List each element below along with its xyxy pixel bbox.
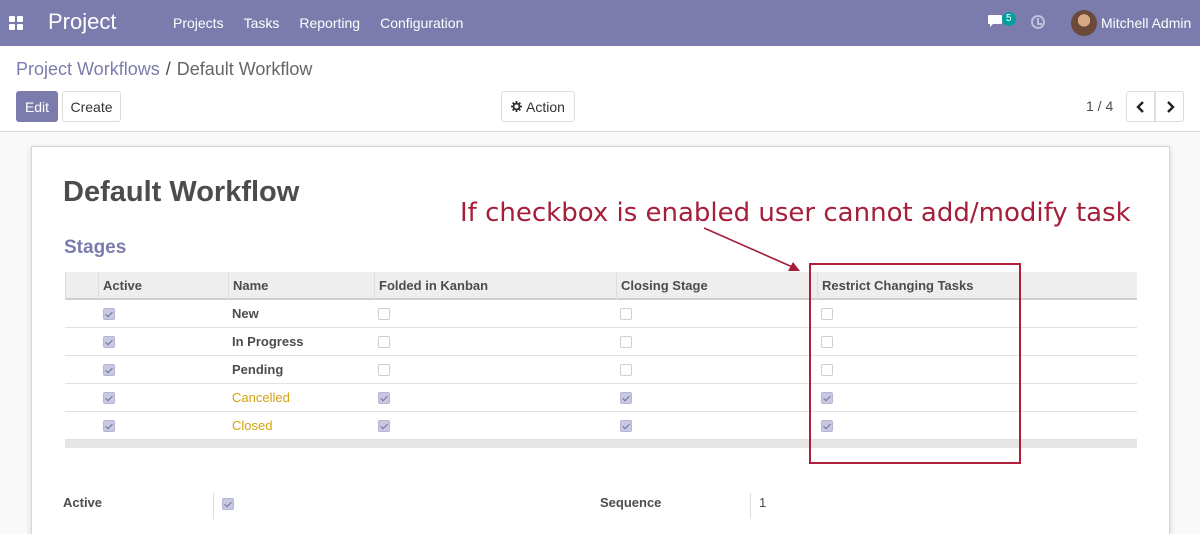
stages-heading: Stages [64, 237, 127, 258]
control-panel: Project Workflows / Default Workflow Edi… [0, 46, 1200, 132]
record-title: Default Workflow [63, 176, 300, 208]
action-button-label: Action [526, 98, 565, 115]
closing-checkbox[interactable] [620, 364, 632, 376]
breadcrumb-parent[interactable]: Project Workflows [16, 59, 160, 80]
closing-checkbox[interactable] [620, 420, 632, 432]
sequence-field-value: 1 [759, 495, 767, 510]
action-button[interactable]: Action [501, 91, 575, 122]
column-header-closing[interactable]: Closing Stage [616, 272, 817, 300]
breadcrumb: Project Workflows / Default Workflow [16, 59, 312, 80]
activity-clock-icon[interactable] [1031, 15, 1045, 29]
breadcrumb-separator: / [165, 59, 171, 79]
folded-checkbox[interactable] [378, 336, 390, 348]
closing-checkbox[interactable] [620, 392, 632, 404]
stage-name-cell[interactable]: Cancelled [232, 384, 290, 411]
pager-previous-button[interactable] [1126, 91, 1155, 122]
stage-name-cell[interactable]: Pending [232, 356, 283, 383]
menu-item-reporting[interactable]: Reporting [299, 15, 360, 31]
active-field-checkbox[interactable] [222, 498, 234, 510]
chevron-right-icon [1166, 100, 1175, 113]
chat-count-badge: 5 [1002, 12, 1016, 26]
annotation-arrow-icon [703, 227, 800, 271]
folded-checkbox[interactable] [378, 308, 390, 320]
active-checkbox[interactable] [103, 364, 115, 376]
top-navbar: Project Projects Tasks Reporting Configu… [0, 0, 1200, 46]
edit-button[interactable]: Edit [16, 91, 58, 122]
create-button[interactable]: Create [62, 91, 121, 122]
closing-checkbox[interactable] [620, 336, 632, 348]
field-separator [750, 493, 751, 519]
closing-checkbox[interactable] [620, 308, 632, 320]
active-checkbox[interactable] [103, 392, 115, 404]
folded-checkbox[interactable] [378, 392, 390, 404]
column-header-active[interactable]: Active [98, 272, 228, 300]
chevron-left-icon [1135, 100, 1144, 113]
sequence-field-label: Sequence [600, 495, 662, 510]
column-header-folded[interactable]: Folded in Kanban [374, 272, 616, 300]
menu-item-configuration[interactable]: Configuration [380, 15, 463, 31]
pager-value[interactable]: 1 / 4 [1086, 98, 1113, 114]
stage-name-cell[interactable]: In Progress [232, 328, 304, 355]
stage-name-cell[interactable]: Closed [232, 412, 272, 439]
active-field-label: Active [63, 495, 103, 510]
active-checkbox[interactable] [103, 336, 115, 348]
active-checkbox[interactable] [103, 420, 115, 432]
user-name[interactable]: Mitchell Admin [1101, 15, 1191, 31]
pager-next-button[interactable] [1155, 91, 1184, 122]
stage-name-cell[interactable]: New [232, 300, 259, 327]
handle-column-header [65, 272, 98, 300]
breadcrumb-current: Default Workflow [176, 59, 313, 79]
folded-checkbox[interactable] [378, 420, 390, 432]
column-header-name[interactable]: Name [228, 272, 374, 300]
app-brand[interactable]: Project [48, 9, 116, 35]
active-checkbox[interactable] [103, 308, 115, 320]
chat-icon[interactable] [987, 14, 1003, 28]
gear-icon [511, 101, 523, 112]
menu-item-projects[interactable]: Projects [173, 15, 224, 31]
field-separator [213, 493, 214, 519]
main-menu: Projects Tasks Reporting Configuration [173, 15, 483, 31]
user-avatar[interactable] [1071, 10, 1097, 36]
menu-item-tasks[interactable]: Tasks [244, 15, 280, 31]
annotation-highlight-box [809, 263, 1021, 464]
folded-checkbox[interactable] [378, 364, 390, 376]
apps-menu-icon[interactable] [9, 16, 23, 30]
